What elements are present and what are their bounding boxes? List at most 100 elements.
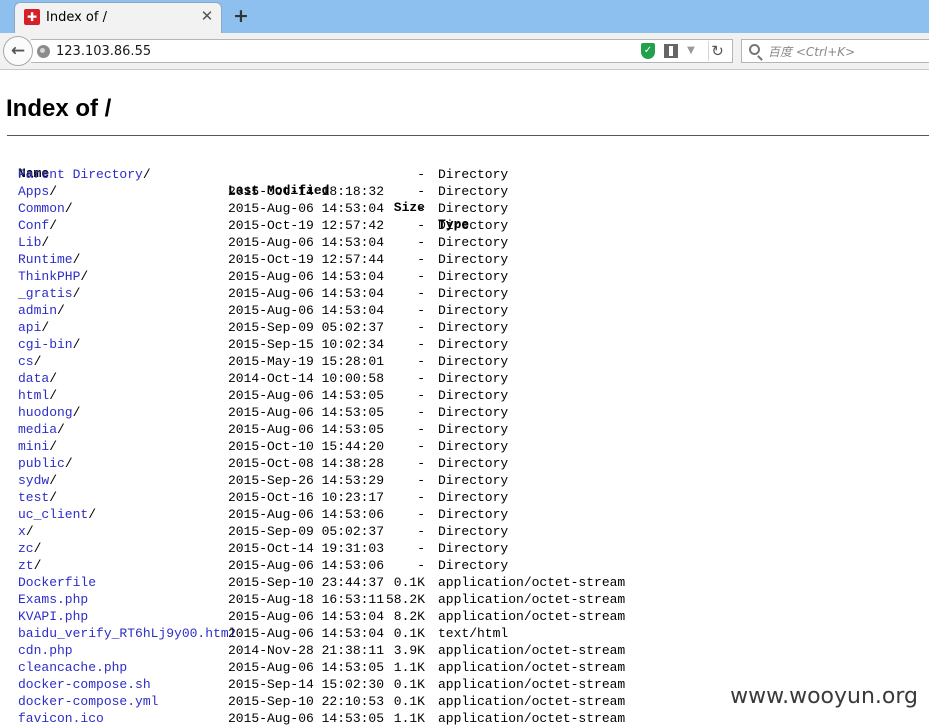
entry-type: Directory bbox=[438, 456, 509, 471]
entry-size: 0.1K bbox=[393, 694, 425, 709]
entry-link[interactable]: favicon.ico bbox=[18, 711, 104, 726]
qr-code-icon[interactable] bbox=[664, 44, 678, 58]
entry-link[interactable]: uc_client bbox=[18, 507, 88, 522]
search-bar[interactable]: 百度 <Ctrl+K> bbox=[741, 39, 929, 63]
entry-size: 1.1K bbox=[393, 711, 425, 726]
table-row: uc_client/2015-Aug-06 14:53:06- Directory bbox=[18, 506, 508, 523]
entry-size: - bbox=[417, 439, 425, 454]
table-row: _gratis/2015-Aug-06 14:53:04- Directory bbox=[18, 285, 508, 302]
listing-header: Name Last Modified Size Type bbox=[18, 148, 469, 232]
reload-icon[interactable]: ↻ bbox=[708, 41, 726, 61]
entry-link[interactable]: cleancache.php bbox=[18, 660, 127, 675]
entry-name: docker-compose.yml bbox=[18, 693, 158, 710]
table-row: cgi-bin/2015-Sep-15 10:02:34- Directory bbox=[18, 336, 508, 353]
entry-name: mini/ bbox=[18, 438, 57, 455]
table-row: Apps/2015-Oct-14 18:18:32- Directory bbox=[18, 183, 508, 200]
entry-link[interactable]: test bbox=[18, 490, 49, 505]
entry-slash: / bbox=[88, 507, 97, 522]
entry-name: docker-compose.sh bbox=[18, 676, 151, 693]
entry-link[interactable]: zc bbox=[18, 541, 34, 556]
entry-link[interactable]: Exams.php bbox=[18, 592, 88, 607]
entry-size: - bbox=[417, 422, 425, 437]
tab-active[interactable]: ✚ Index of / ✕ bbox=[14, 2, 222, 33]
new-tab-plus-icon[interactable]: + bbox=[231, 5, 251, 27]
entry-slash: / bbox=[64, 456, 73, 471]
entry-link[interactable]: Runtime bbox=[18, 252, 73, 267]
entry-slash: / bbox=[33, 558, 42, 573]
table-row: public/2015-Oct-08 14:38:28- Directory bbox=[18, 455, 508, 472]
entry-link[interactable]: admin bbox=[18, 303, 57, 318]
entry-name: Parent Directory/ bbox=[18, 166, 151, 183]
entry-link[interactable]: Apps bbox=[18, 184, 49, 199]
entry-slash: / bbox=[49, 490, 58, 505]
entry-link[interactable]: Conf bbox=[18, 218, 49, 233]
entry-link[interactable]: _gratis bbox=[18, 286, 73, 301]
address-bar[interactable]: 123.103.86.55 ✓ ▼ ↻ bbox=[31, 39, 733, 63]
entry-size: - bbox=[417, 252, 425, 267]
entry-type: text/html bbox=[438, 626, 509, 641]
entry-link[interactable]: zt bbox=[18, 558, 34, 573]
globe-icon bbox=[37, 45, 50, 58]
entry-link[interactable]: sydw bbox=[18, 473, 49, 488]
entry-slash: / bbox=[49, 371, 58, 386]
entry-name: cdn.php bbox=[18, 642, 73, 659]
back-button[interactable]: ← bbox=[3, 36, 33, 66]
entry-name: public/ bbox=[18, 455, 73, 472]
table-row: huodong/2015-Aug-06 14:53:05- Directory bbox=[18, 404, 508, 421]
entry-link[interactable]: docker-compose.yml bbox=[18, 694, 158, 709]
entry-size: - bbox=[417, 541, 425, 556]
table-row: cleancache.php 2015-Aug-06 14:53:05 1.1K ap… bbox=[18, 659, 625, 676]
entry-size: - bbox=[417, 337, 425, 352]
entry-size: - bbox=[417, 490, 425, 505]
table-row: cs/2015-May-19 15:28:01- Directory bbox=[18, 353, 508, 370]
table-row: Conf/2015-Oct-19 12:57:42- Directory bbox=[18, 217, 508, 234]
table-row: mini/2015-Oct-10 15:44:20- Directory bbox=[18, 438, 508, 455]
entry-slash: / bbox=[57, 422, 65, 437]
entry-link[interactable]: Parent Directory bbox=[18, 167, 143, 182]
search-input[interactable]: 百度 <Ctrl+K> bbox=[768, 44, 855, 60]
entry-slash: / bbox=[72, 405, 81, 420]
entry-link[interactable]: public bbox=[18, 456, 65, 471]
entry-link[interactable]: data bbox=[18, 371, 49, 386]
entry-size: - bbox=[417, 303, 425, 318]
entry-link[interactable]: cgi-bin bbox=[18, 337, 73, 352]
entry-link[interactable]: docker-compose.sh bbox=[18, 677, 151, 692]
table-row: KVAPI.php 2015-Aug-06 14:53:04 8.2K applica… bbox=[18, 608, 625, 625]
entry-link[interactable]: cdn.php bbox=[18, 643, 73, 658]
divider bbox=[7, 135, 929, 136]
chevron-down-icon[interactable]: ▼ bbox=[685, 42, 697, 60]
entry-name: huodong/ bbox=[18, 404, 80, 421]
entry-slash: / bbox=[33, 354, 42, 369]
entry-link[interactable]: cs bbox=[18, 354, 34, 369]
close-icon[interactable]: ✕ bbox=[199, 8, 215, 24]
table-row: zc/2015-Oct-14 19:31:03- Directory bbox=[18, 540, 508, 557]
entry-name: api/ bbox=[18, 319, 49, 336]
table-row: test/2015-Oct-16 10:23:17- Directory bbox=[18, 489, 508, 506]
entry-size: 1.1K bbox=[393, 660, 425, 675]
entry-type: Directory bbox=[438, 473, 509, 488]
entry-slash: / bbox=[25, 524, 34, 539]
entry-type: application/octet-stream bbox=[438, 643, 626, 658]
entry-link[interactable]: media bbox=[18, 422, 57, 437]
entry-link[interactable]: x bbox=[18, 524, 26, 539]
entry-slash: / bbox=[49, 388, 58, 403]
entry-name: html/ bbox=[18, 387, 57, 404]
entry-link[interactable]: html bbox=[18, 388, 49, 403]
entry-link[interactable]: ThinkPHP bbox=[18, 269, 80, 284]
entry-link[interactable]: baidu_verify_RT6hLj9y00.html bbox=[18, 626, 236, 641]
entry-link[interactable]: mini bbox=[18, 439, 49, 454]
entry-link[interactable]: KVAPI.php bbox=[18, 609, 88, 624]
entry-link[interactable]: api bbox=[18, 320, 41, 335]
shield-icon[interactable]: ✓ bbox=[641, 43, 655, 59]
table-row: Dockerfile 2015-Sep-10 23:44:37 0.1K applic… bbox=[18, 574, 625, 591]
table-row: sydw/2015-Sep-26 14:53:29- Directory bbox=[18, 472, 508, 489]
entry-link[interactable]: Dockerfile bbox=[18, 575, 96, 590]
entry-type: Directory bbox=[438, 167, 509, 182]
entry-name: test/ bbox=[18, 489, 57, 506]
entry-name: ThinkPHP/ bbox=[18, 268, 88, 285]
entry-link[interactable]: Common bbox=[18, 201, 65, 216]
entry-link[interactable]: huodong bbox=[18, 405, 73, 420]
entry-link[interactable]: Lib bbox=[18, 235, 41, 250]
url-input[interactable]: 123.103.86.55 bbox=[56, 43, 151, 60]
entry-type: Directory bbox=[438, 405, 509, 420]
